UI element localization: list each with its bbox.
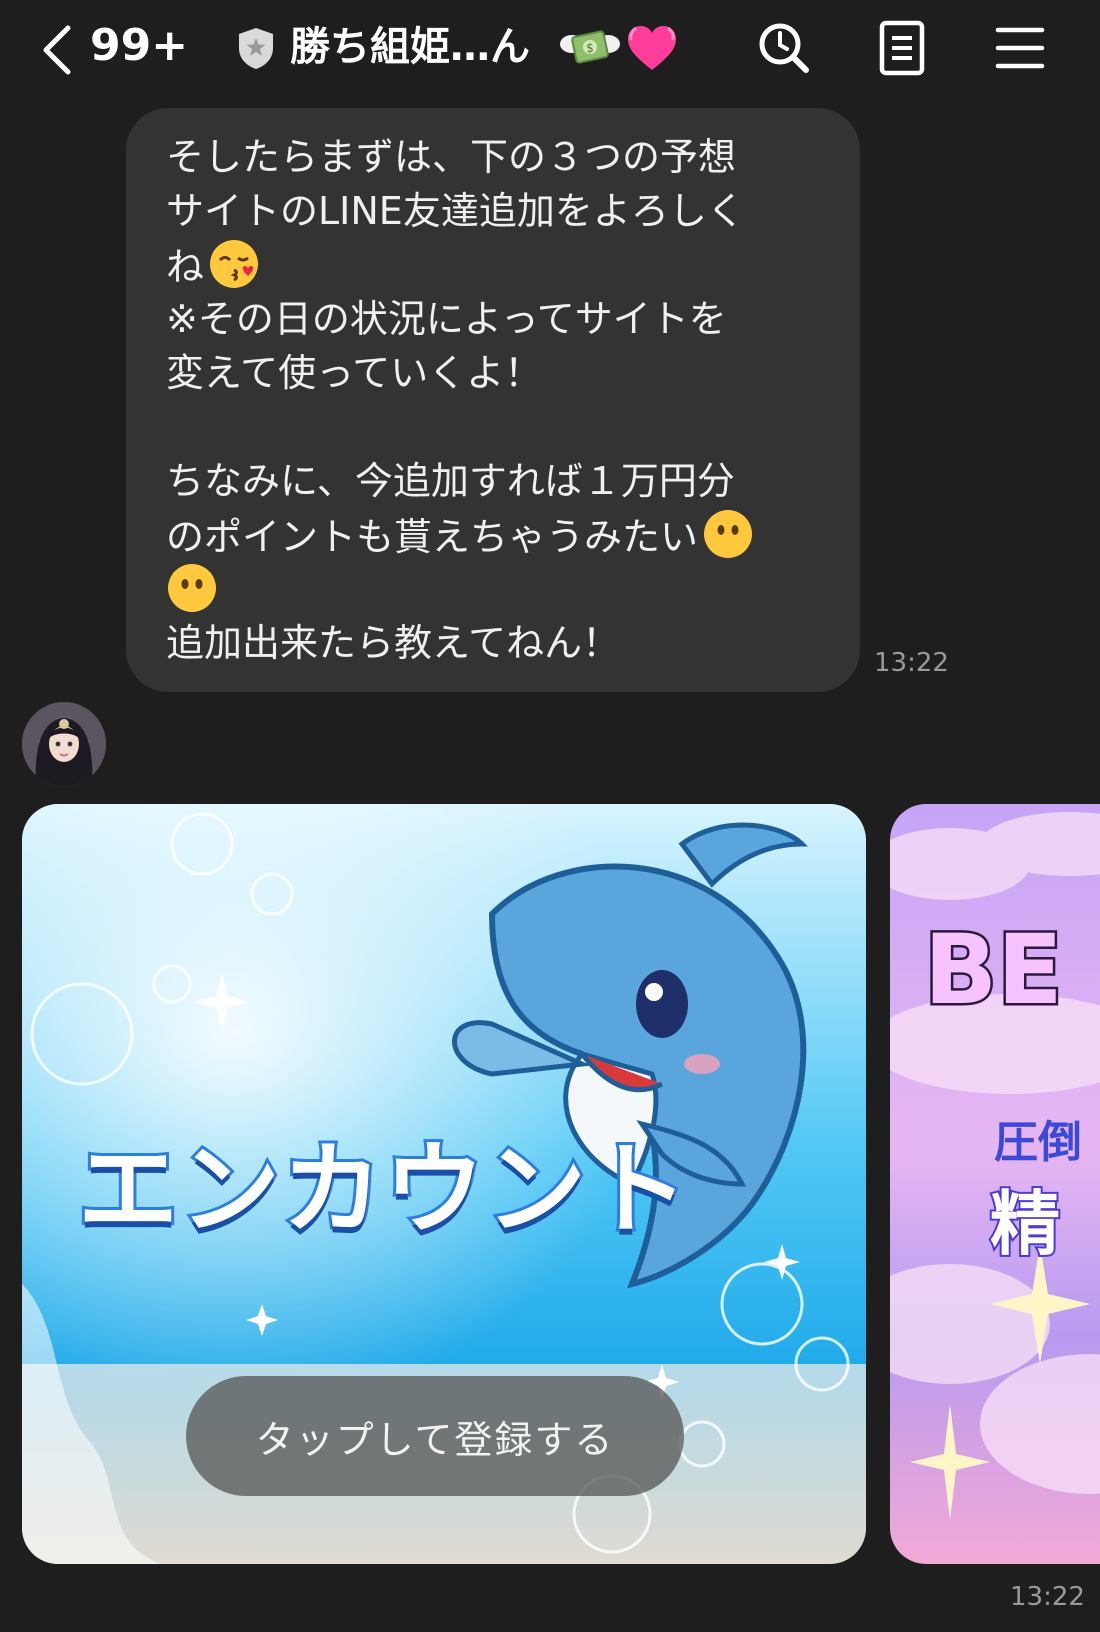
message-line: ね xyxy=(166,238,830,292)
message-bubble[interactable]: そしたらまずは、下の３つの予想 サイトのLINE友達追加をよろしく ね ※その日… xyxy=(126,108,860,692)
unread-count[interactable]: 99+ xyxy=(90,18,188,74)
money-wings-emoji: $ xyxy=(560,30,620,64)
menu-icon[interactable] xyxy=(990,18,1050,78)
message-line: のポイントも貰えちゃうみたい xyxy=(166,508,830,562)
shield-icon xyxy=(239,28,273,69)
promo-card-second[interactable]: BE 圧倒 精 xyxy=(890,804,1100,1564)
message-line: 追加出来たら教えてねん！ xyxy=(166,621,621,665)
card-subtitle: 精 xyxy=(988,1181,1062,1267)
message-line: そしたらまずは、下の３つの予想 xyxy=(166,135,737,179)
notes-icon[interactable] xyxy=(872,18,932,78)
chevron-left-icon[interactable] xyxy=(38,22,78,78)
card-title: エンカウント xyxy=(75,1128,691,1251)
message-line: サイトのLINE友達追加をよろしく xyxy=(166,189,745,233)
cards-timestamp: 13:22 xyxy=(1010,1582,1085,1612)
avatar-image xyxy=(22,702,106,786)
heart-emoji xyxy=(628,26,676,70)
card-subtitle: 圧倒 xyxy=(994,1117,1082,1168)
message-line: ちなみに、今追加すれば１万円分 xyxy=(166,459,735,503)
no-mouth-face-emoji xyxy=(704,510,753,558)
avatar[interactable] xyxy=(22,702,106,786)
no-mouth-face-emoji xyxy=(168,564,216,612)
search-icon[interactable] xyxy=(754,18,814,78)
message-timestamp: 13:22 xyxy=(874,648,949,678)
message-line: ※その日の状況によってサイトを xyxy=(166,297,727,341)
message-line xyxy=(166,400,830,454)
svg-text:$: $ xyxy=(586,41,594,55)
chat-title[interactable]: 勝ち組姫…ん xyxy=(290,18,530,76)
promo-card-encount[interactable]: エンカウント タップして登録する xyxy=(22,804,866,1564)
card-title: BE xyxy=(922,912,1066,1029)
kissing-face-emoji xyxy=(210,240,259,288)
message-line: 変えて使っていくよ！ xyxy=(166,351,543,395)
message-line xyxy=(166,562,830,616)
register-button[interactable]: タップして登録する xyxy=(186,1376,684,1496)
chat-header: 99+ 勝ち組姫…ん $ xyxy=(0,0,1100,100)
